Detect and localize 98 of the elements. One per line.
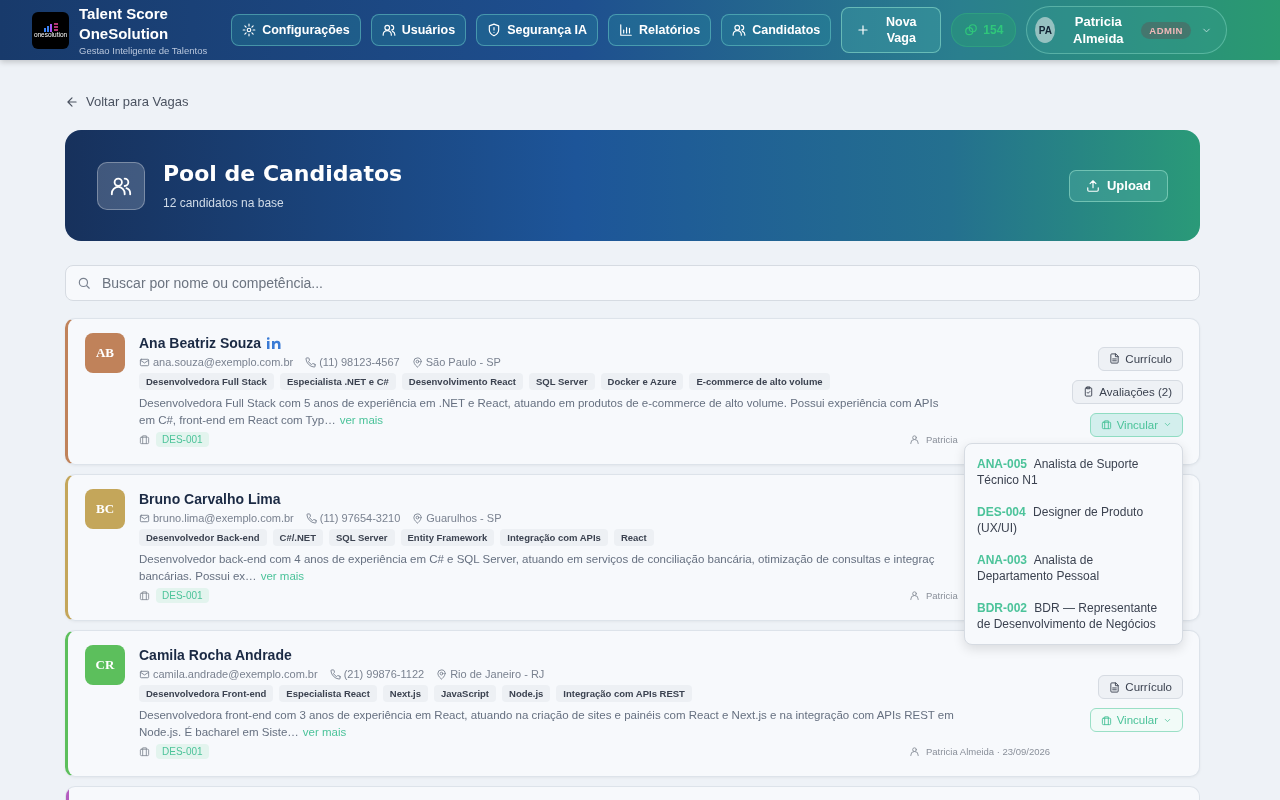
search-field[interactable]: Buscar por nome ou competência... — [65, 265, 1200, 301]
users-icon — [97, 161, 145, 210]
candidate-avatar: AB — [85, 333, 125, 373]
skill-tag: Next.js — [382, 685, 428, 702]
nav-button[interactable]: Configurações — [231, 14, 361, 46]
candidate-description: Desenvolvedor back-end com 4 anos de experiência em C# e SQL Server, atuando em serviços de conciliação bancária, otimização de consultas e integraç bancárias. Possui ex… ver mais — [139, 552, 936, 584]
skill-tag: SQL Server — [529, 373, 595, 390]
phone-icon — [305, 512, 317, 524]
briefcase-icon — [139, 434, 150, 445]
skill-tag: Desenvolvedor Back-end — [139, 529, 267, 546]
job-code-tag: DES-001 — [156, 432, 209, 447]
role-badge: ADMIN — [1141, 21, 1191, 39]
job-code-tag: DES-001 — [156, 588, 209, 603]
candidate-name: Ana Beatriz Souza — [139, 335, 262, 351]
skill-tag: Especialista .NET e C# — [279, 373, 396, 390]
briefcase-icon — [1100, 714, 1112, 726]
credits-badge: 154 — [951, 13, 1017, 47]
briefcase-icon — [139, 590, 150, 601]
nav-button[interactable]: Nova Vaga — [841, 7, 942, 53]
skill-tag: Especialista React — [279, 685, 377, 702]
briefcase-icon — [1100, 419, 1112, 430]
nav-button[interactable]: Candidatos — [721, 14, 832, 46]
chevron-down-icon — [1163, 420, 1172, 429]
search-icon — [77, 276, 91, 290]
phone-icon — [329, 668, 341, 680]
candidate-email: ana.souza@exemplo.com.br — [153, 356, 294, 368]
job-menu-item[interactable]: DES-004 Designer de Produto (UX/UI) — [965, 496, 1182, 544]
candidate-email: camila.andrade@exemplo.com.br — [153, 668, 318, 680]
skill-tag: Entity Framework — [400, 529, 495, 546]
candidate-email: bruno.lima@exemplo.com.br — [153, 512, 294, 524]
nav-button[interactable]: Segurança IA — [476, 14, 599, 46]
upload-icon — [1085, 178, 1100, 193]
resume-button[interactable]: Currículo — [1098, 346, 1183, 371]
user-menu[interactable]: PA Patricia Almeida ADMIN — [1026, 6, 1227, 54]
user-icon — [909, 434, 920, 445]
added-by-text: Patricia — [926, 590, 958, 601]
candidate-location: São Paulo - SP — [425, 356, 501, 368]
candidate-count: 12 candidatos na base — [163, 196, 285, 210]
candidate-name: Bruno Carvalho Lima — [139, 491, 281, 507]
candidate-location: Rio de Janeiro - RJ — [450, 668, 545, 680]
document-icon — [1109, 681, 1121, 693]
added-by-text: Patricia Almeida · 23/09/2026 — [926, 746, 1051, 757]
briefcase-icon — [139, 746, 150, 757]
app-title: Talent Score OneSolution — [79, 4, 170, 44]
candidate-description: Desenvolvedora front-end com 3 anos de experiência em React, atuando na criação de sites e painéis com React e Next.js e na integração com APIs REST em Node.js. É bacharel em Siste… ver mais — [139, 708, 954, 740]
nav-button[interactable]: Usuários — [370, 14, 467, 46]
shield-icon — [487, 23, 502, 37]
clipboard-icon — [1083, 386, 1095, 397]
skill-tag: JavaScript — [433, 685, 496, 702]
reviews-button[interactable]: Avaliações (2) — [1072, 379, 1183, 404]
back-arrow-icon — [65, 94, 79, 109]
added-by-text: Patricia — [926, 434, 958, 445]
users-icon — [381, 23, 396, 37]
nav-button[interactable]: Relatórios — [608, 14, 712, 46]
coins-icon — [964, 23, 979, 37]
mail-icon — [139, 668, 150, 680]
phone-icon — [305, 356, 317, 368]
job-menu-item[interactable]: ANA-003 Analista de Departamento Pessoal — [965, 544, 1182, 592]
candidate-phone: (11) 97654-3210 — [319, 512, 401, 524]
bar-chart-icon — [619, 23, 634, 37]
skill-tag: Desenvolvimento React — [401, 373, 524, 390]
job-code-tag: DES-001 — [156, 744, 209, 759]
skill-tag: Desenvolvedora Front-end — [139, 685, 274, 702]
mail-icon — [139, 512, 150, 524]
job-menu-item[interactable]: BDR-002 BDR — Representante de Desenvolvimento de Negócios — [965, 592, 1182, 640]
candidate-location: Guarulhos - SP — [426, 512, 502, 524]
users-icon — [732, 23, 747, 37]
location-icon — [411, 356, 423, 368]
candidate-avatar: CR — [85, 645, 125, 685]
settings-icon — [242, 23, 257, 37]
skill-tag: Node.js — [502, 685, 551, 702]
candidate-avatar: BC — [85, 489, 125, 529]
candidate-phone: (11) 98123-4567 — [319, 356, 400, 368]
skill-tag: C#/.NET — [272, 529, 323, 546]
skill-tag: Docker e Azure — [600, 373, 684, 390]
candidate-description: Desenvolvedora Full Stack com 5 anos de experiência em .NET e React, atuando em produtos de e-commerce de alto volume. Possui experiência com APIs em C#, front-end em React com Typ… ver mais — [139, 396, 940, 428]
linkedin-icon[interactable] — [267, 337, 282, 349]
location-icon — [436, 668, 448, 680]
app-subtitle: Gestao Inteligente de Talentos — [79, 45, 208, 56]
user-icon — [909, 590, 920, 601]
candidate-phone: (21) 99876-1122 — [343, 668, 425, 680]
skill-tag: Integração com APIs — [500, 529, 608, 546]
back-link[interactable]: Voltar para Vagas — [65, 94, 189, 109]
page-title: Pool de Candidatos — [163, 161, 404, 186]
location-icon — [412, 512, 424, 524]
plus-icon — [856, 23, 871, 37]
resume-button[interactable]: Currículo — [1098, 675, 1183, 699]
mail-icon — [139, 356, 150, 368]
user-avatar: PA — [1035, 17, 1056, 43]
skill-tag: Integração com APIs REST — [556, 685, 692, 702]
document-icon — [1109, 353, 1121, 364]
skill-tag: Desenvolvedora Full Stack — [139, 373, 274, 390]
user-icon — [909, 746, 920, 757]
skill-tag: SQL Server — [328, 529, 395, 546]
skill-tag: E-commerce de alto volume — [689, 373, 830, 390]
skill-tag: React — [613, 529, 654, 546]
job-menu-item[interactable]: ANA-005 Analista de Suporte Técnico N1 — [965, 448, 1182, 496]
candidate-name: Camila Rocha Andrade — [139, 647, 292, 663]
